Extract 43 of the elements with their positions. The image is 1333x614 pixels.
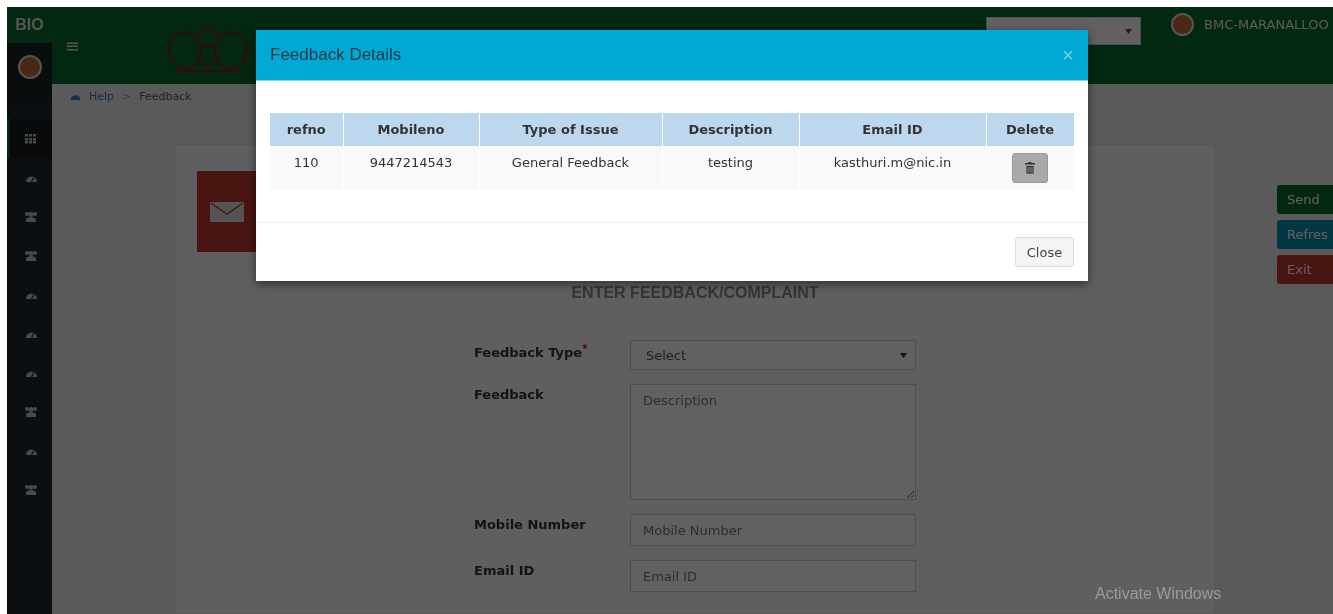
menu-button[interactable]: ≡: [65, 35, 81, 56]
field-label: Feedback Type$^{*}$: [474, 342, 589, 363]
close-button[interactable]: Close: [1015, 237, 1074, 267]
column-header: refno: [270, 113, 343, 146]
feedback-type-select[interactable]: Select: [630, 340, 916, 370]
column-header: Email ID: [799, 113, 986, 146]
dialog-title: Feedback Details: [270, 45, 402, 65]
column-header: Description: [662, 113, 799, 146]
breadcrumb-link[interactable]: Help: [89, 90, 115, 103]
action-button[interactable]: Exit: [1277, 255, 1333, 284]
table-cell: testing: [662, 146, 799, 190]
dashboard-icon: [70, 92, 81, 101]
avatar: [1171, 13, 1195, 36]
field-label: Email ID: [474, 562, 536, 580]
trash-icon: [1025, 162, 1035, 174]
breadcrumb-separator: >: [122, 90, 132, 103]
users-icon: [24, 484, 38, 495]
column-header: Type of Issue: [479, 113, 662, 146]
table-cell: 110: [270, 146, 343, 190]
breadcrumb-link[interactable]: Feedback: [139, 90, 192, 103]
avatar: [17, 55, 42, 79]
field-label: Mobile Number: [474, 516, 587, 534]
users-icon: [24, 211, 38, 222]
caret-icon: [900, 352, 907, 358]
envelope-icon: [210, 201, 244, 222]
users-icon: [24, 250, 38, 261]
table-cell: General Feedback: [479, 146, 662, 190]
column-header: Delete: [986, 113, 1074, 146]
users-icon: [24, 406, 38, 417]
grid-icon: [25, 133, 37, 144]
column-header: Mobileno: [343, 113, 479, 146]
brand-logo[interactable]: BIO: [7, 7, 52, 43]
delete-button[interactable]: [1012, 153, 1048, 183]
user-name[interactable]: BMC-MARANALLOO: [1204, 17, 1329, 32]
close-button[interactable]: ×: [1062, 43, 1074, 67]
sidebar-item[interactable]: [7, 119, 52, 158]
table-cell: 9447214543: [343, 146, 479, 190]
field-label: Feedback: [474, 386, 545, 404]
table-cell: kasthuri.m@nic.in: [799, 146, 986, 190]
caret-icon: [1125, 28, 1133, 34]
activation-notice: Activate Windows: [1095, 585, 1222, 603]
action-button[interactable]: Refres: [1277, 220, 1333, 249]
action-button[interactable]: Send: [1277, 185, 1333, 214]
